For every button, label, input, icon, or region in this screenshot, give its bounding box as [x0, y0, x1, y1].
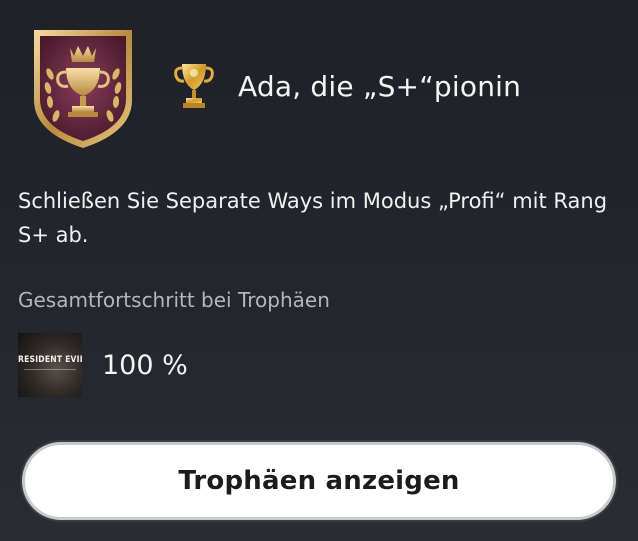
game-thumbnail-title: RESIDENT EVIL 4 [18, 355, 82, 365]
view-trophies-button[interactable]: Trophäen anzeigen [22, 442, 616, 520]
game-thumbnail: RESIDENT EVIL 4 [18, 333, 82, 397]
progress-label: Gesamtfortschritt bei Trophäen [18, 288, 330, 312]
trophy-title: Ada, die „S+“pionin [238, 70, 522, 103]
thumbnail-divider [24, 369, 76, 370]
trophy-description: Schließen Sie Separate Ways im Modus „Pr… [18, 189, 608, 247]
trophy-detail-panel: Ada, die „S+“pionin Schließen Sie Separa… [0, 0, 638, 541]
view-trophies-button-label: Trophäen anzeigen [178, 466, 460, 496]
progress-value: 100 % [102, 350, 188, 381]
gold-trophy-icon [172, 60, 216, 112]
trophy-crest-icon [28, 24, 138, 152]
